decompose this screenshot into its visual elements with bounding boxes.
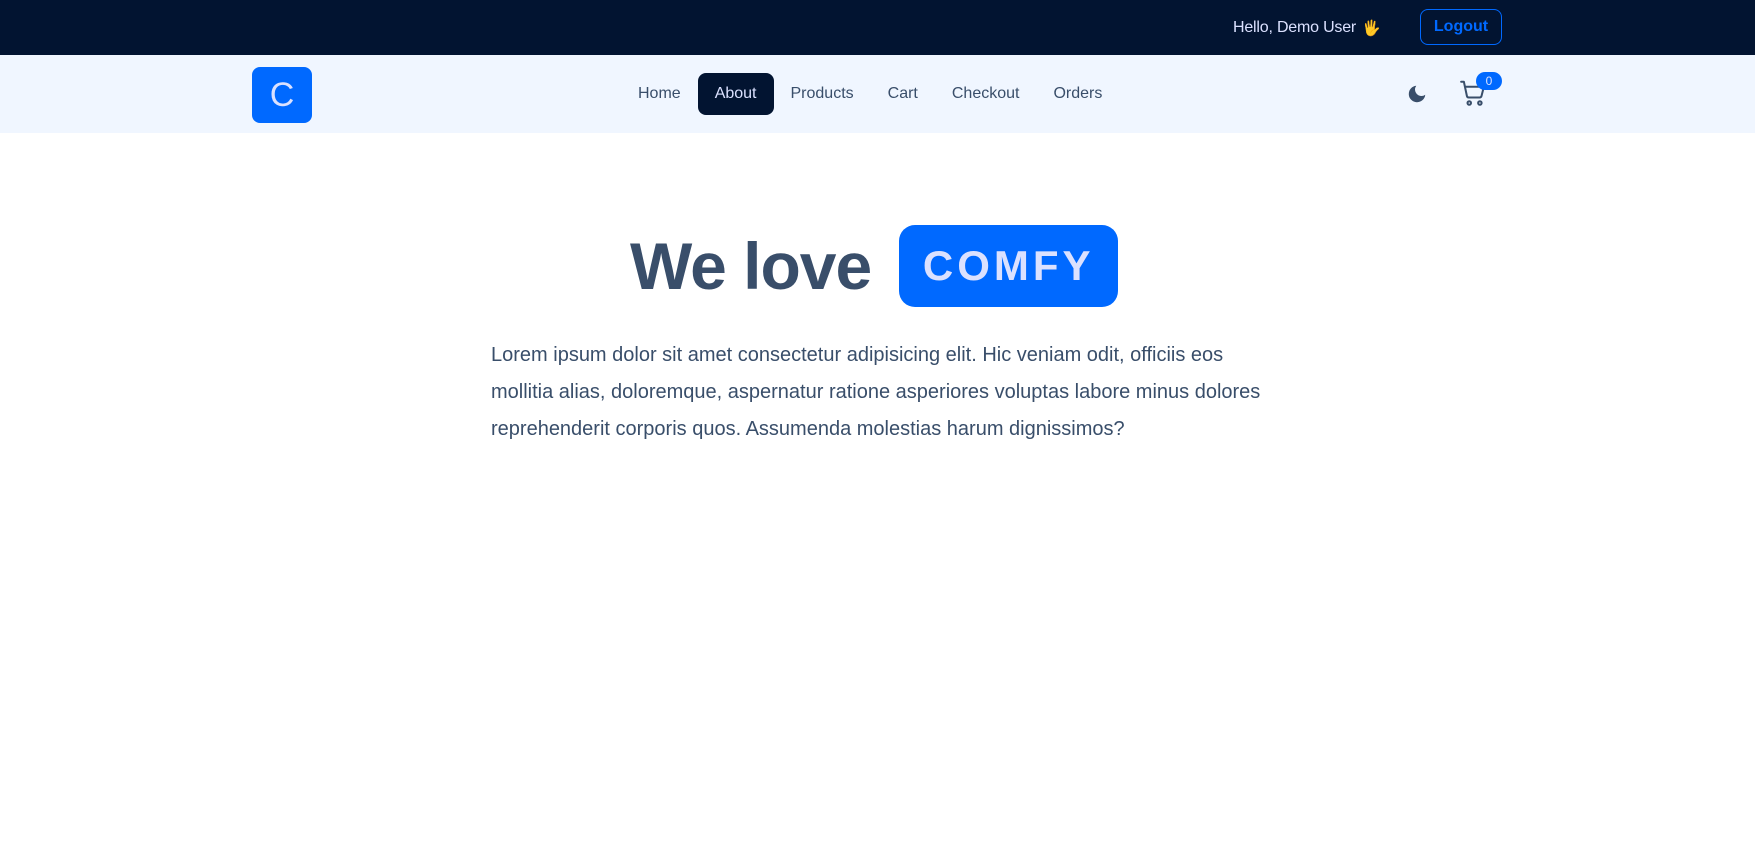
cart-count-badge: 0	[1476, 72, 1502, 90]
nav-link-about[interactable]: About	[697, 73, 774, 115]
brand-badge: COMFY	[899, 225, 1119, 307]
nav-link-orders[interactable]: Orders	[1036, 73, 1119, 115]
greeting-text: Hello, Demo User	[1233, 18, 1357, 36]
nav-link-products[interactable]: Products	[774, 73, 871, 115]
about-paragraph: Lorem ipsum dolor sit amet consectetur a…	[491, 344, 1261, 440]
page-title: We love COMFY	[630, 225, 1119, 307]
theme-toggle[interactable]	[1403, 80, 1431, 108]
greeting: Hello, Demo User 🖐	[1233, 0, 1381, 55]
nav-link-cart[interactable]: Cart	[871, 73, 935, 115]
logo[interactable]: C	[252, 67, 312, 123]
wave-emoji: 🖐	[1362, 19, 1381, 37]
moon-icon	[1408, 85, 1426, 103]
nav-link-checkout[interactable]: Checkout	[935, 73, 1037, 115]
main-navbar: C Home About Products Cart Checkout Orde…	[0, 55, 1755, 133]
nav-link-home[interactable]: Home	[621, 73, 698, 115]
nav-links: Home About Products Cart Checkout Orders	[621, 73, 1119, 115]
logout-button[interactable]: Logout	[1420, 9, 1502, 45]
headline-text: We love	[630, 229, 872, 303]
top-bar: Hello, Demo User 🖐 Logout	[0, 0, 1755, 55]
